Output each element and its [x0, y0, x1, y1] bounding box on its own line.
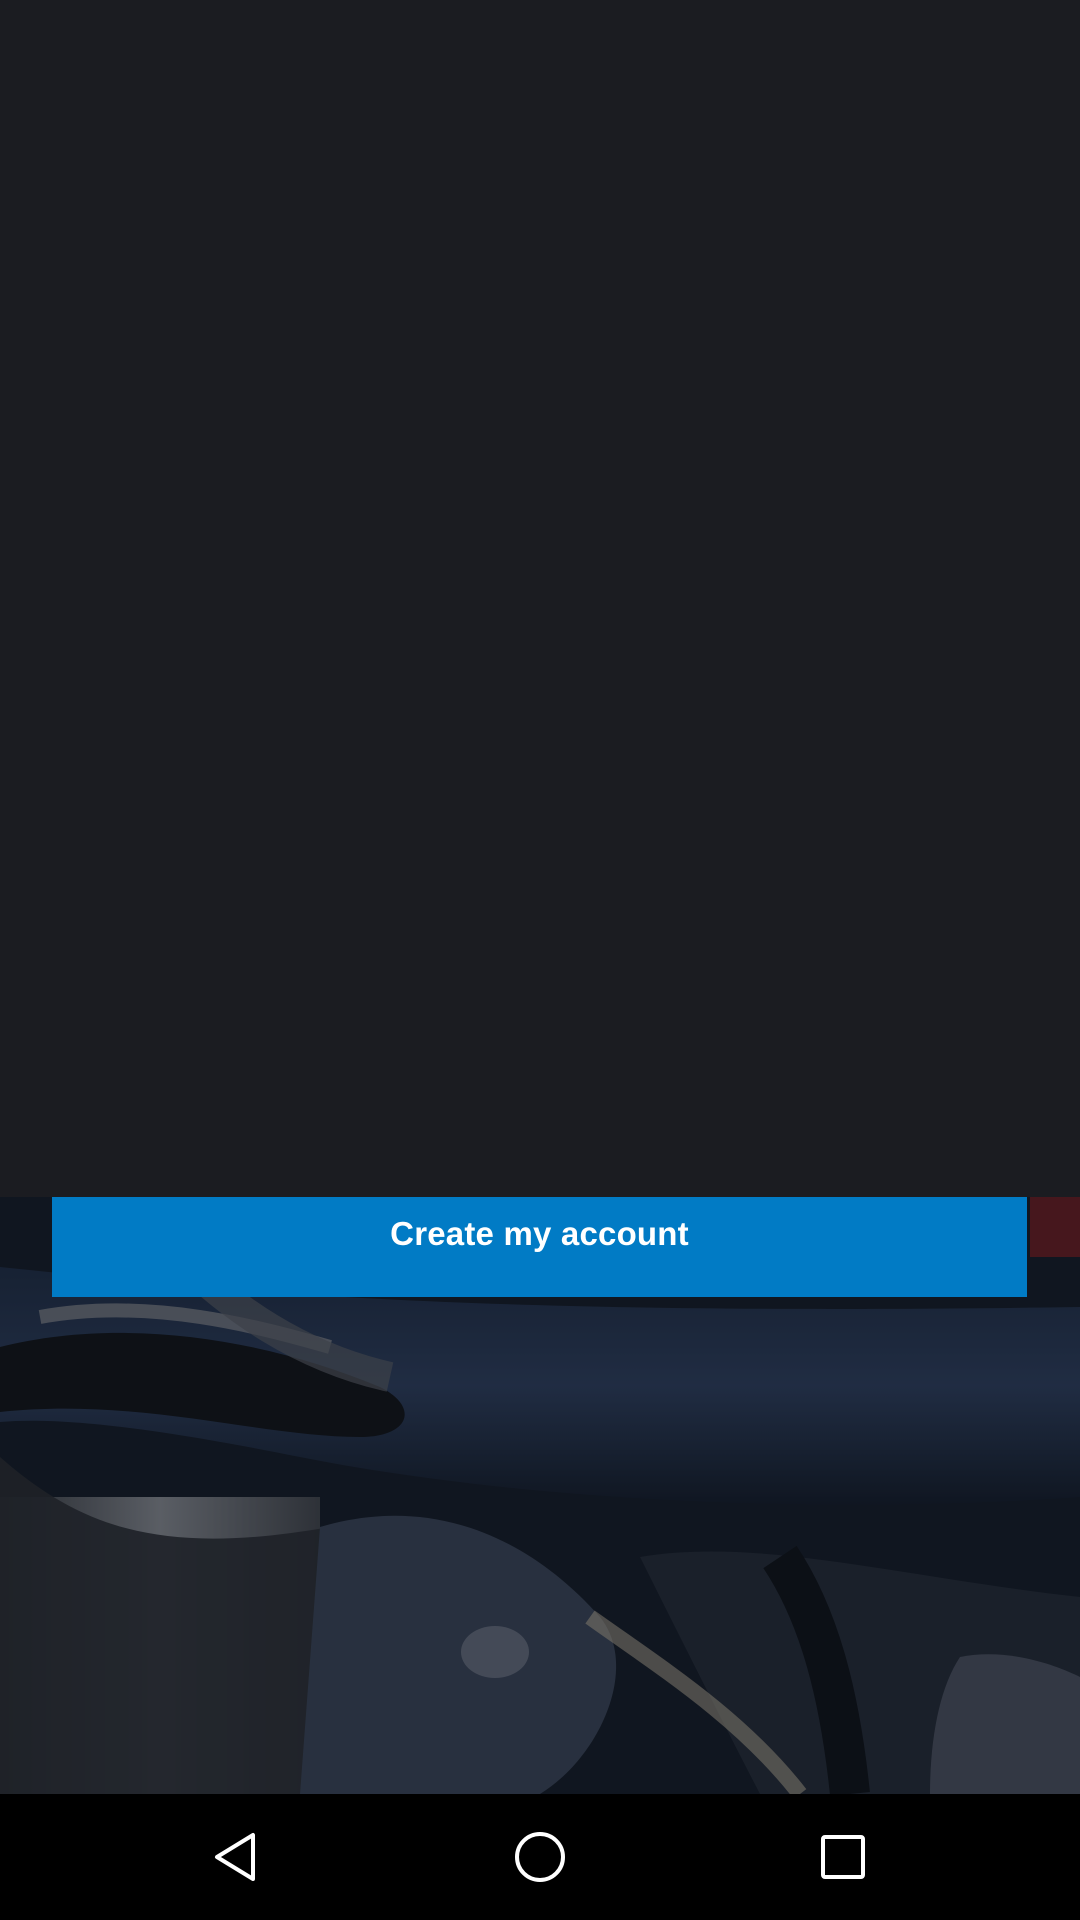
system-navigation-bar [0, 1794, 1080, 1920]
back-icon[interactable] [202, 1822, 272, 1892]
empty-content-area [0, 0, 1080, 1197]
home-icon[interactable] [505, 1822, 575, 1892]
app-screen: Create my account [0, 0, 1080, 1920]
recents-icon[interactable] [808, 1822, 878, 1892]
create-account-button[interactable]: Create my account [52, 1197, 1027, 1297]
